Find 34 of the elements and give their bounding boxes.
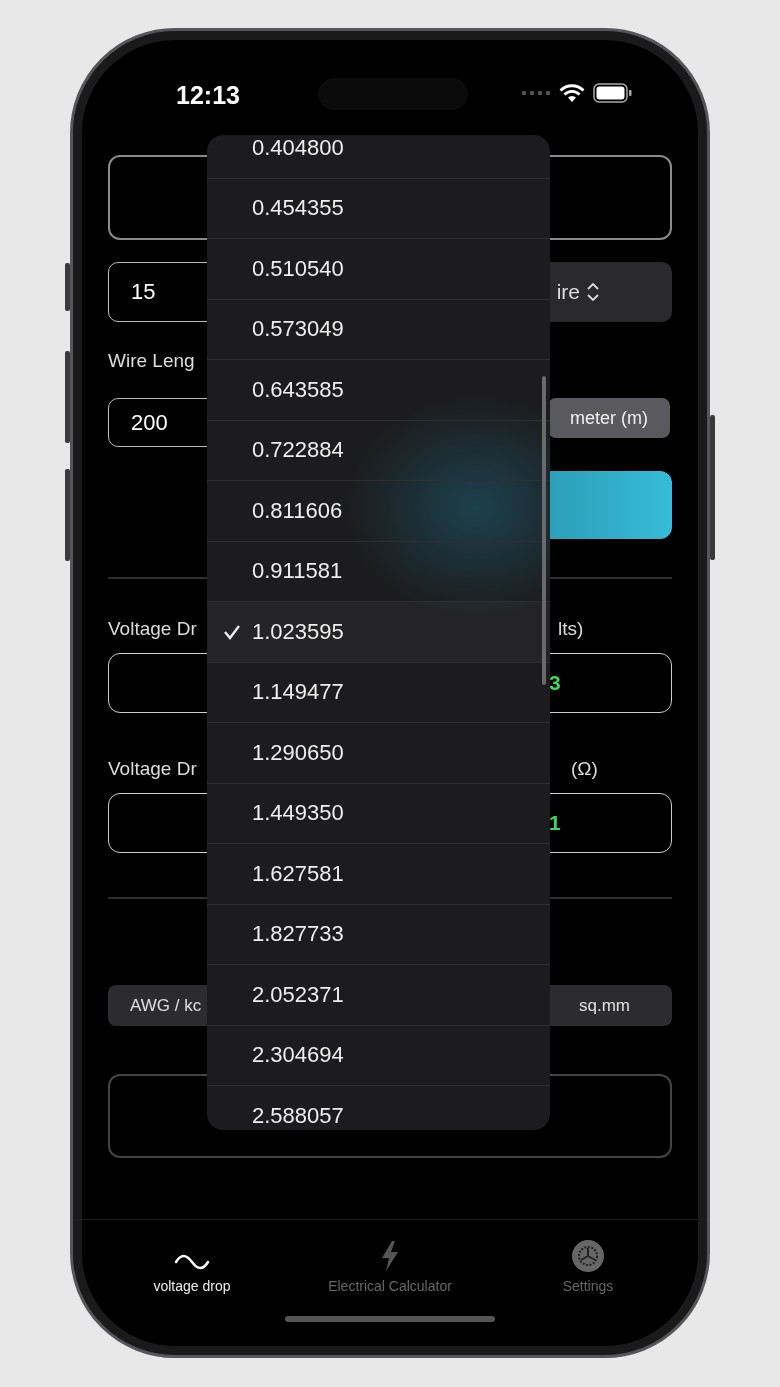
chevron-icon xyxy=(586,282,600,302)
menu-item[interactable]: 2.052371 xyxy=(207,965,550,1026)
menu-item[interactable]: 1.627581 xyxy=(207,844,550,905)
menu-item[interactable]: 2.588057 xyxy=(207,1086,550,1130)
field-label: Wire Leng xyxy=(108,349,196,373)
tab[interactable]: voltage drop xyxy=(97,1232,287,1294)
signal-icon xyxy=(521,90,551,96)
status-time: 12:13 xyxy=(176,81,240,110)
result-value: 1 xyxy=(549,811,562,835)
result-label: Voltage Dr xyxy=(108,758,197,780)
menu-item[interactable]: 1.827733 xyxy=(207,904,550,965)
result-label: Voltage Dr xyxy=(108,618,197,640)
settings-icon xyxy=(572,1240,604,1272)
menu-item[interactable]: 0.404800 xyxy=(207,135,550,179)
segment-option[interactable]: sq.mm xyxy=(579,995,630,1016)
menu-item[interactable]: 2.304694 xyxy=(207,1025,550,1086)
wave-icon xyxy=(174,1252,210,1272)
menu-item[interactable]: 0.573049 xyxy=(207,299,550,360)
tab[interactable]: Settings xyxy=(493,1232,683,1294)
result-value: 3 xyxy=(549,671,562,695)
menu-item[interactable]: 1.023595 xyxy=(207,602,550,663)
wifi-icon xyxy=(559,83,585,103)
checkmark-icon xyxy=(223,624,241,640)
unit-button[interactable]: meter (m) xyxy=(548,398,670,438)
menu-item[interactable]: 1.290650 xyxy=(207,723,550,784)
segment-option[interactable]: AWG / kc xyxy=(130,995,202,1016)
menu-item[interactable]: 0.510540 xyxy=(207,239,550,300)
result-label: (Ω) xyxy=(571,758,599,780)
menu-item[interactable]: 0.454355 xyxy=(207,178,550,239)
menu-item[interactable]: 1.449350 xyxy=(207,783,550,844)
lightning-icon xyxy=(379,1240,401,1272)
tab[interactable]: Electrical Calculator xyxy=(295,1232,485,1294)
result-label: lts) xyxy=(558,618,585,640)
battery-icon xyxy=(593,83,633,103)
